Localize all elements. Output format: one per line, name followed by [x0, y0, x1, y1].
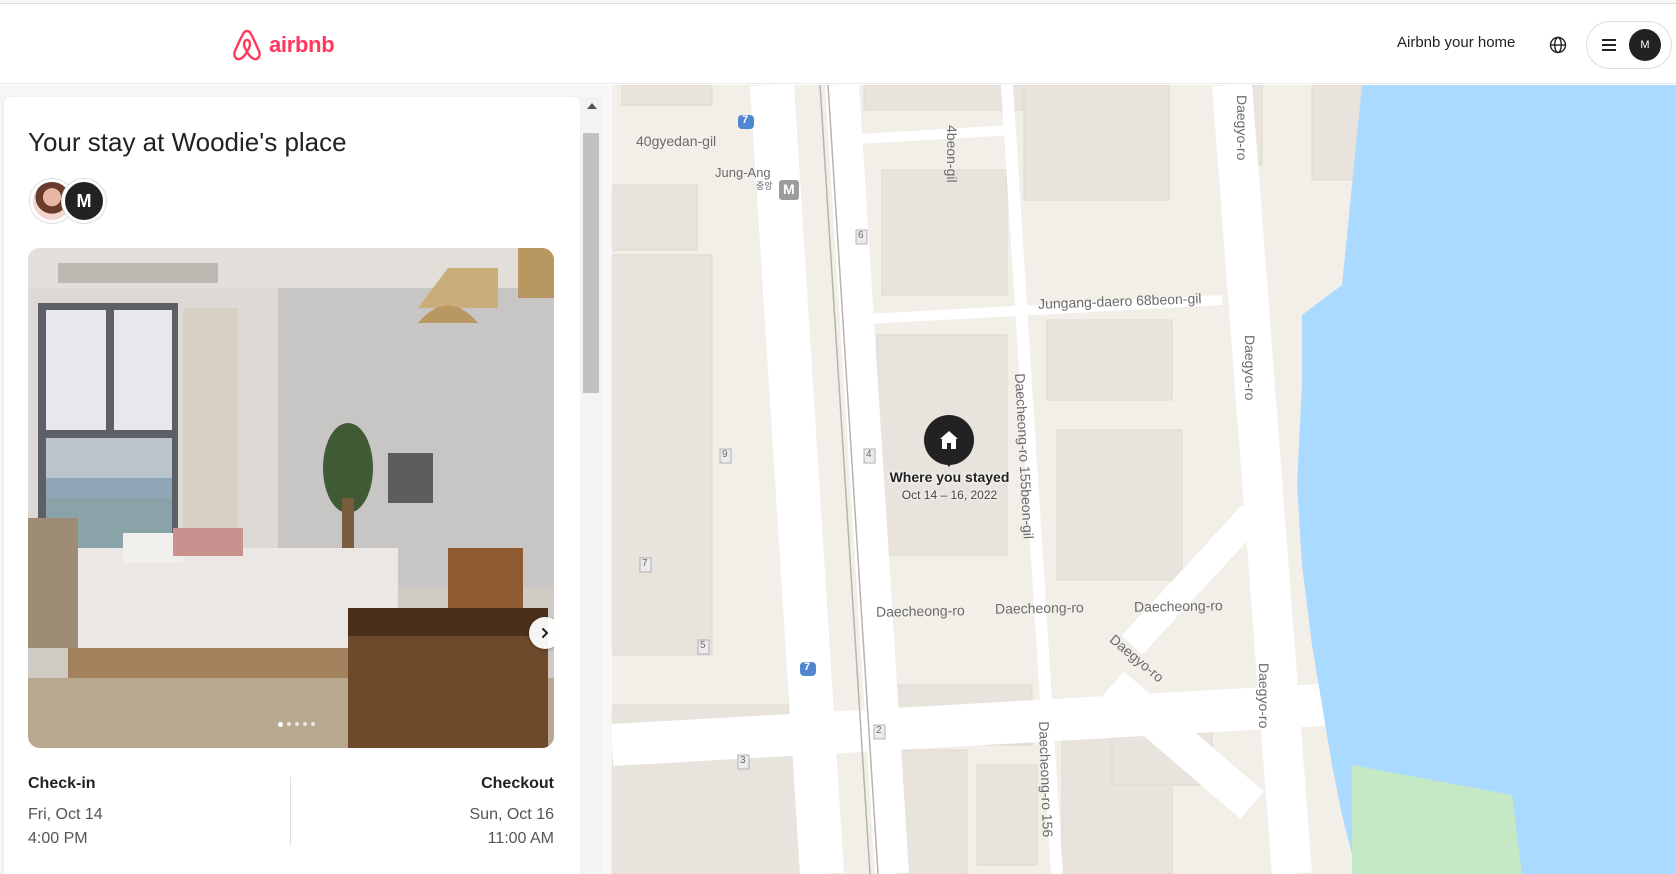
- street-label: 4beon-gil: [944, 125, 960, 183]
- user-menu-button[interactable]: M: [1586, 21, 1672, 69]
- user-avatar: M: [1629, 29, 1661, 61]
- street-label: Daegyo-ro: [1234, 95, 1250, 161]
- airbnb-logo[interactable]: airbnb: [231, 28, 335, 62]
- airbnb-logo-icon: [233, 29, 261, 61]
- pagination-dot: [311, 722, 315, 726]
- site-header: airbnb Airbnb your home M: [0, 4, 1676, 84]
- hamburger-menu-icon: [1602, 39, 1616, 51]
- airbnb-your-home-link[interactable]: Airbnb your home: [1397, 34, 1515, 51]
- street-label: Daecheong-ro: [875, 602, 965, 620]
- checkin-time: 4:00 PM: [28, 830, 88, 847]
- pin-title: Where you stayed: [889, 469, 1010, 485]
- bedroom-photo: [28, 248, 554, 748]
- station-label-korean: 중앙: [756, 181, 773, 191]
- street-label: Daecheong-ro: [1133, 597, 1223, 615]
- guest-avatar[interactable]: M: [62, 179, 106, 223]
- globe-icon[interactable]: [1548, 35, 1568, 55]
- house-icon: [940, 431, 958, 449]
- street-label: 40gyedan-gil: [636, 133, 717, 149]
- street-label: Daegyo-ro: [1256, 663, 1272, 729]
- checkout-info: Checkout Sun, Oct 16 11:00 AM: [294, 775, 555, 851]
- checkin-label: Check-in: [28, 775, 96, 792]
- map-view[interactable]: 40gyedan-gil Jung-Ang 중앙 4beon-gil Daegy…: [612, 85, 1676, 874]
- scroll-up-arrow-icon[interactable]: [587, 103, 597, 109]
- pagination-dot: [295, 722, 299, 726]
- chevron-right-icon: [542, 628, 548, 638]
- route-number: 7: [804, 661, 811, 673]
- checkout-date: Sun, Oct 16: [469, 806, 555, 823]
- stay-location-pin[interactable]: [924, 415, 974, 465]
- street-label: Daecheong-ro: [994, 599, 1084, 617]
- scrollbar-thumb[interactable]: [583, 133, 599, 393]
- street-label: Daegyo-ro: [1242, 335, 1258, 401]
- panel-scrollbar[interactable]: [580, 97, 602, 874]
- trip-details-panel: Your stay at Woodie's place M Check-in F…: [4, 97, 580, 874]
- building-number: 9: [722, 449, 728, 460]
- building-number: 5: [700, 640, 706, 651]
- checkin-date: Fri, Oct 14: [28, 806, 103, 823]
- building-number: 4: [866, 449, 872, 460]
- pagination-dot: [287, 722, 291, 726]
- checkin-info: Check-in Fri, Oct 14 4:00 PM: [28, 775, 288, 851]
- building-number: 3: [740, 755, 746, 766]
- trip-details-column: Your stay at Woodie's place M Check-in F…: [0, 85, 612, 874]
- next-photo-button[interactable]: [529, 617, 554, 649]
- checkout-label: Checkout: [481, 775, 554, 792]
- station-label: Jung-Ang: [715, 165, 771, 180]
- route-number: 7: [742, 114, 749, 126]
- building-number: 7: [642, 558, 648, 569]
- metro-icon[interactable]: M: [783, 181, 795, 197]
- checkin-checkout-divider: [290, 777, 291, 845]
- page-title: Your stay at Woodie's place: [28, 127, 347, 157]
- building-number: 6: [858, 230, 864, 241]
- listing-photo[interactable]: [28, 248, 554, 748]
- pagination-dot: [278, 722, 283, 727]
- checkout-time: 11:00 AM: [487, 830, 554, 847]
- pagination-dot: [303, 722, 307, 726]
- photo-pagination-dots: [278, 722, 315, 727]
- building-number: 2: [876, 725, 882, 736]
- logo-text: airbnb: [269, 32, 335, 57]
- pin-dates: Oct 14 – 16, 2022: [901, 488, 998, 502]
- pin-pointer: [943, 459, 955, 467]
- map-canvas[interactable]: [612, 85, 1676, 874]
